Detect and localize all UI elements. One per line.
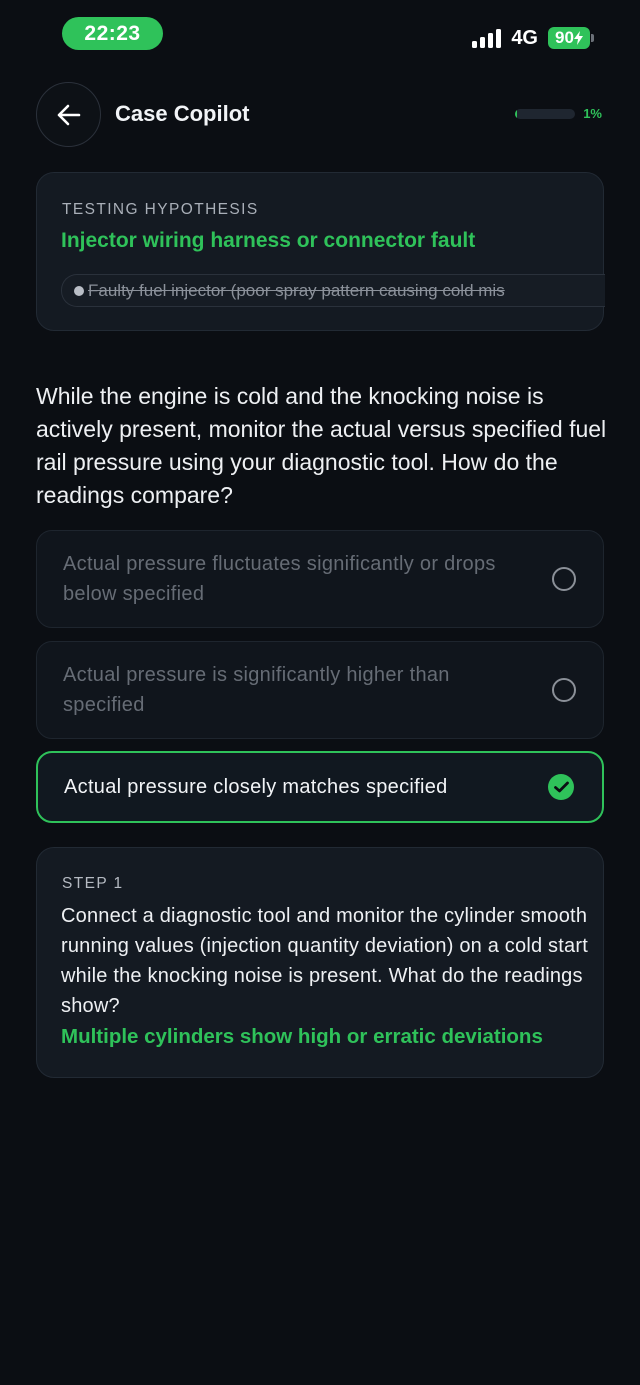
signal-icon	[472, 28, 502, 48]
step-label: STEP 1	[62, 875, 124, 892]
question-text: While the engine is cold and the knockin…	[36, 383, 607, 508]
answer-option-label: Actual pressure closely matches specifie…	[64, 776, 448, 798]
answer-option-3-selected[interactable]: Actual pressure closely matches specifie…	[36, 751, 604, 823]
case-copilot-screen: 22:23 4G 90 Case Copilot 1% TESTING HYPO…	[0, 0, 640, 1385]
status-indicators: 4G 90	[472, 24, 594, 52]
back-button[interactable]	[36, 82, 101, 147]
progress-label: 1%	[583, 106, 602, 121]
battery-level: 90	[555, 28, 574, 47]
answer-option-1[interactable]: Actual pressure fluctuates significantly…	[36, 530, 604, 628]
answer-option-label: Actual pressure is significantly higher …	[63, 664, 450, 716]
progress-fill	[515, 108, 517, 119]
progress-bar	[515, 108, 576, 119]
hypothesis-title: Injector wiring harness or connector fau…	[61, 229, 476, 252]
progress-indicator: 1%	[515, 106, 602, 121]
hypothesis-label: TESTING HYPOTHESIS	[62, 201, 259, 218]
bullet-dot-icon	[74, 285, 84, 296]
charging-bolt-icon	[573, 31, 583, 45]
radio-unchecked-icon[interactable]	[552, 678, 576, 702]
page-title: Case Copilot	[115, 101, 250, 126]
battery-icon: 90	[548, 27, 594, 49]
step-question: Connect a diagnostic tool and monitor th…	[61, 905, 588, 1017]
check-circle-icon[interactable]	[548, 774, 574, 800]
hypothesis-card: TESTING HYPOTHESIS Injector wiring harne…	[36, 172, 605, 331]
step-answer: Multiple cylinders show high or erratic …	[61, 1025, 543, 1048]
radio-unchecked-icon[interactable]	[552, 567, 576, 591]
previous-step-card: STEP 1 Connect a diagnostic tool and mon…	[36, 847, 604, 1078]
network-label: 4G	[511, 26, 538, 49]
status-time: 22:23	[62, 17, 163, 50]
ruled-out-hypothesis-chip[interactable]: Faulty fuel injector (poor spray pattern…	[61, 274, 605, 307]
answer-option-2[interactable]: Actual pressure is significantly higher …	[36, 641, 604, 739]
answer-option-label: Actual pressure fluctuates significantly…	[63, 553, 496, 605]
ruled-out-hypothesis-text: Faulty fuel injector (poor spray pattern…	[88, 280, 505, 300]
arrow-left-icon	[57, 104, 80, 125]
